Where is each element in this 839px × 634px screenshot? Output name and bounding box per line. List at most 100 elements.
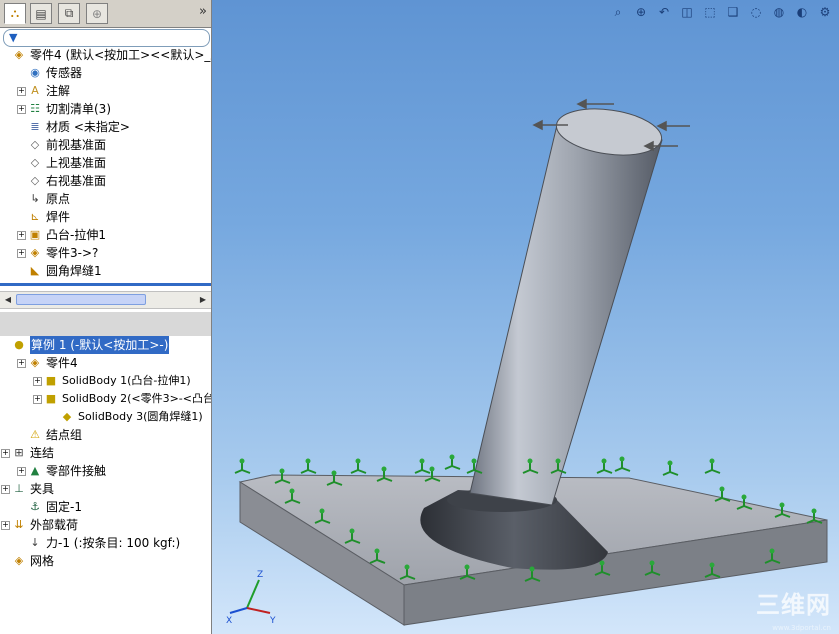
dimxpert-tab[interactable]: ⊕ (86, 3, 108, 24)
panel-splitter[interactable] (0, 283, 211, 286)
feature-manager-panel: ⛬ ▤ ⧉ ⊕ » ▼ ◈ 零件4 (默认<按加工><<默认>_显示 ◉ 传感器 + A注… (0, 0, 212, 634)
inclined-cylinder[interactable] (469, 103, 665, 506)
tree-item-label: 材质 <未指定> (46, 120, 130, 134)
tree-item-label: 夹具 (30, 482, 55, 496)
sensor-icon: ◉ (30, 66, 40, 79)
scene-icon[interactable]: ◐ (792, 2, 812, 22)
chevron-right-icon[interactable]: » (199, 4, 207, 19)
fixture-icon: ⊥ (14, 482, 24, 495)
tree-item-label: 零件4 (默认<按加工><<默认>_显示 (30, 48, 211, 62)
view-orientation-icon[interactable]: ⬚ (700, 2, 720, 22)
tree-item-label: 上视基准面 (46, 156, 107, 170)
cut-list-icon: ☷ (30, 102, 40, 115)
feature-tree-icon: ⛬ (10, 6, 20, 20)
hide-show-icon[interactable]: ◌ (746, 2, 766, 22)
zoom-to-fit-icon[interactable]: ⌕ (608, 2, 628, 22)
options-icon[interactable]: ⚙ (815, 2, 835, 22)
tree-item-label: 结点组 (46, 428, 83, 442)
part-icon: ◈ (30, 246, 40, 259)
tree-item-label: 零件4 (46, 356, 78, 370)
expand-toggle-icon[interactable]: + (1, 449, 10, 458)
axis-triad: Z Y X (226, 570, 276, 626)
fixture-arrow-icon (350, 458, 367, 474)
force-icon: ↓ (30, 536, 40, 549)
expand-toggle-icon[interactable]: + (17, 231, 26, 240)
tree-filter-input[interactable]: ▼ (3, 29, 210, 47)
feature-manager-tab[interactable]: ⛬ (4, 3, 26, 24)
part-icon: ◈ (30, 356, 40, 369)
fixture-arrow-icon (662, 460, 679, 476)
filter-icon: ▼ (9, 31, 18, 44)
boss-extrude-icon: ▣ (29, 228, 41, 241)
fixed-icon: ⚓ (30, 500, 40, 513)
triad-z-label: Z (257, 570, 263, 580)
fixture-arrow-icon (414, 458, 431, 474)
warning-icon: ⚠ (30, 428, 40, 441)
tree-item-label: 固定-1 (46, 500, 82, 514)
heads-up-view-toolbar: ⌕ ⊕ ↶ ◫ ⬚ ❑ ◌ ◍ ◐ ⚙ (608, 2, 835, 22)
tree-item-label: 传感器 (46, 66, 83, 80)
tree-item-label: SolidBody 1(凸台-拉伸1) (62, 374, 191, 387)
previous-view-icon[interactable]: ↶ (654, 2, 674, 22)
tree-item-label: 外部载荷 (30, 518, 79, 532)
tree-item-label: 凸台-拉伸1 (46, 228, 106, 242)
expand-toggle-icon[interactable]: + (1, 521, 10, 530)
fixture-arrow-icon (596, 458, 613, 474)
tree-item-label: 零件3->? (46, 246, 99, 260)
fixture-arrow-icon (300, 458, 317, 474)
appearance-icon[interactable]: ◍ (769, 2, 789, 22)
fixture-arrow-icon (614, 456, 631, 472)
weld-body-icon: ◆ (62, 410, 72, 423)
study-icon: ● (14, 338, 24, 351)
expand-toggle-icon[interactable]: + (17, 467, 26, 476)
external-load-icon: ⇊ (14, 518, 24, 531)
zoom-area-icon[interactable]: ⊕ (631, 2, 651, 22)
tree-item-label: 力-1 (:按条目: 100 kgf:) (46, 536, 181, 550)
fixture-arrow-icon (444, 454, 461, 470)
weldment-icon: ⊾ (30, 210, 40, 223)
part-icon: ◈ (14, 48, 24, 61)
tree-item-label: 算例 1 (-默认<按加工>-) (30, 336, 170, 354)
watermark-url: www.3dportal.cn (772, 624, 831, 632)
plane-icon: ◇ (30, 174, 40, 187)
expand-toggle-icon[interactable]: + (33, 395, 42, 404)
expand-toggle-icon[interactable]: + (17, 249, 26, 258)
model-scene[interactable]: Z Y X (212, 0, 839, 634)
configuration-icon: ⧉ (64, 6, 74, 20)
section-view-icon[interactable]: ◫ (677, 2, 697, 22)
graphics-viewport[interactable]: Z Y X ⌕ ⊕ ↶ ◫ ⬚ ❑ ◌ ◍ ◐ ⚙ 三维网 www.3dportal.cn (212, 0, 839, 634)
tree-item-label: 前视基准面 (46, 138, 107, 152)
tree-item-label: SolidBody 3(圆角焊缝1) (78, 410, 203, 423)
solid-body-icon: ■ (45, 374, 57, 387)
fixture-arrow-icon (704, 458, 721, 474)
fillet-weld-icon: ◣ (30, 264, 40, 277)
material-icon: ≣ (30, 120, 40, 133)
tree-item-label: 零部件接触 (46, 464, 107, 478)
expand-toggle-icon[interactable]: + (33, 377, 42, 386)
scroll-right-icon[interactable]: ▶ (197, 294, 209, 305)
tree-item-label: 连结 (30, 446, 55, 460)
solid-body-icon: ■ (45, 392, 57, 405)
expand-toggle-icon[interactable]: + (17, 359, 26, 368)
horizontal-scrollbar[interactable]: ◀ ▶ (0, 291, 211, 309)
tree-item-label: 注解 (46, 84, 71, 98)
expand-toggle-icon[interactable]: + (17, 105, 26, 114)
triad-y-label: Y (269, 616, 276, 626)
scroll-left-icon[interactable]: ◀ (2, 294, 14, 305)
property-manager-tab[interactable]: ▤ (30, 3, 52, 24)
expand-toggle-icon[interactable]: + (17, 87, 26, 96)
scrollbar-thumb[interactable] (16, 294, 146, 305)
tree-item-label: 网格 (30, 554, 55, 568)
fixture-arrow-icon (234, 458, 251, 474)
tree-item-label: 焊件 (46, 210, 71, 224)
panel-tab-bar: ⛬ ▤ ⧉ ⊕ » (0, 0, 211, 28)
connection-icon: ⊞ (14, 446, 24, 459)
expand-toggle-icon[interactable]: + (1, 485, 10, 494)
display-style-icon[interactable]: ❑ (723, 2, 743, 22)
mesh-icon: ◈ (14, 554, 24, 567)
triad-x-label: X (226, 616, 232, 626)
origin-icon: ↳ (30, 192, 40, 205)
plane-icon: ◇ (30, 138, 40, 151)
configuration-manager-tab[interactable]: ⧉ (58, 3, 80, 24)
plane-icon: ◇ (30, 156, 40, 169)
